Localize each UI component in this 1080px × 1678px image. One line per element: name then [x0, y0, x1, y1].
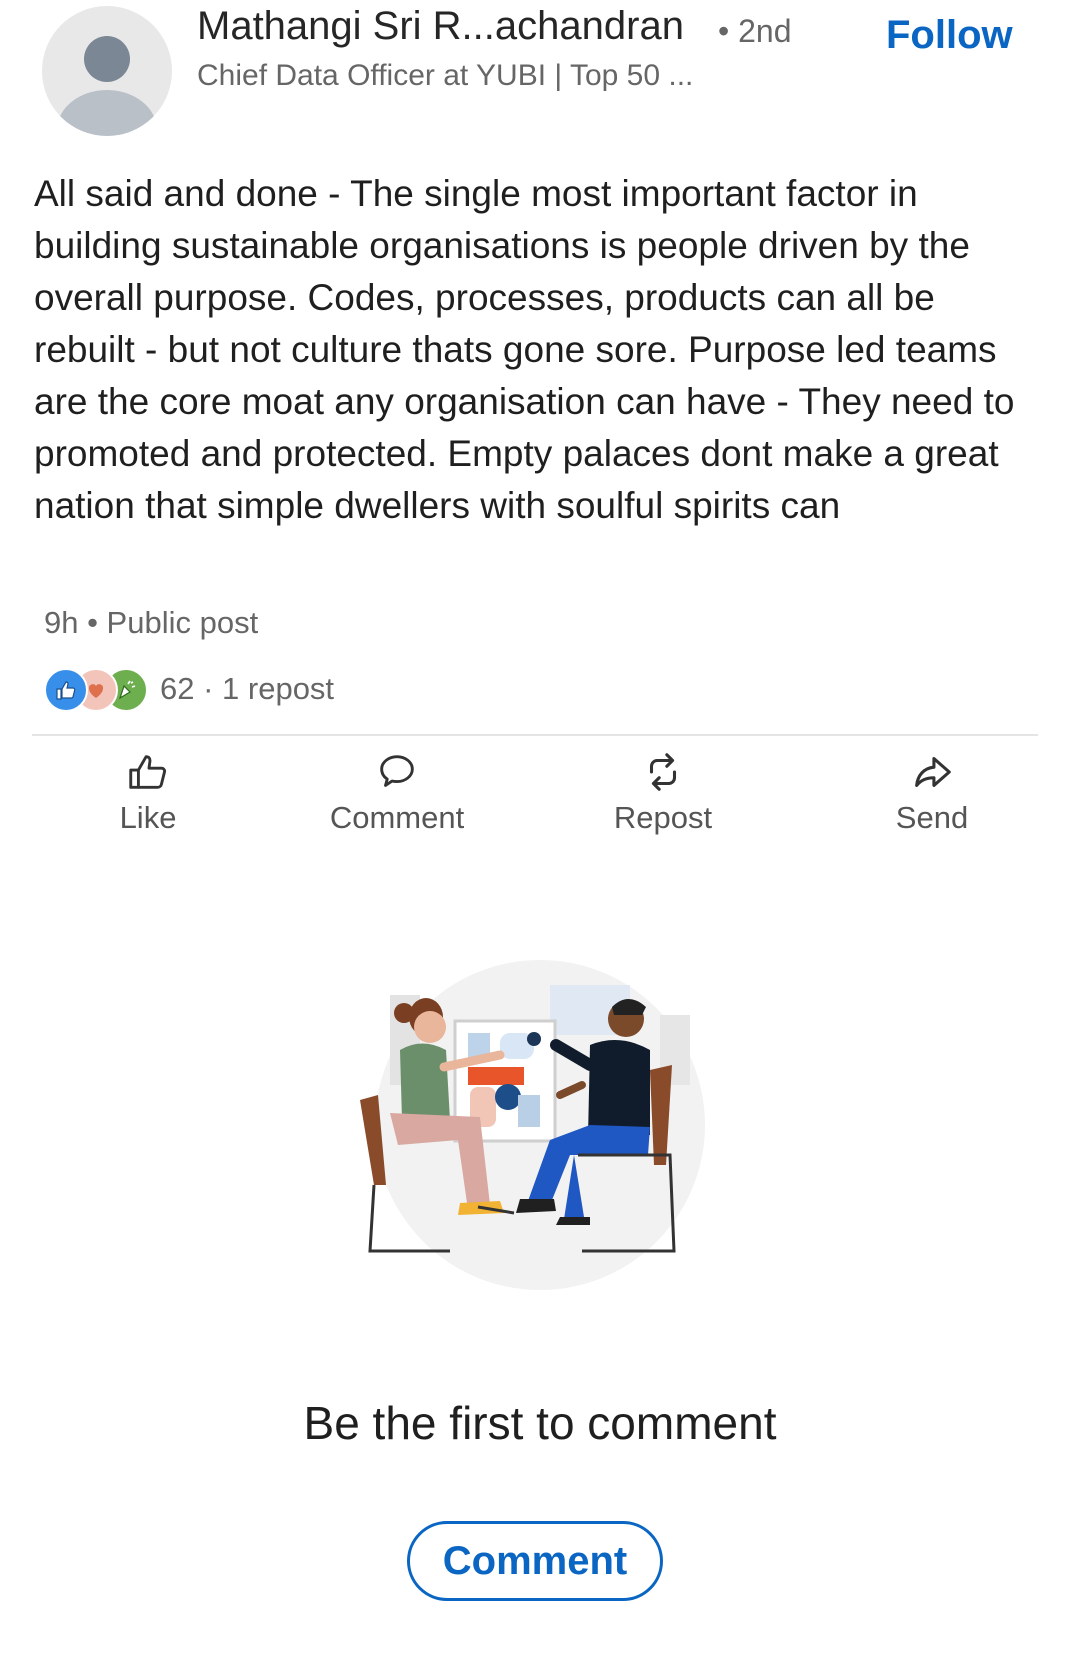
- like-button[interactable]: Like: [48, 748, 248, 836]
- post-text: All said and done - The single most impo…: [34, 173, 1015, 526]
- thumbs-up-icon: [48, 748, 248, 796]
- like-label: Like: [119, 800, 177, 835]
- send-button[interactable]: Send: [832, 748, 1032, 836]
- comment-button[interactable]: Comment: [407, 1521, 663, 1601]
- reactions-summary[interactable]: 62 · 1 repost: [44, 668, 334, 712]
- speech-bubble-icon: [297, 748, 497, 796]
- avatar-head-shape: [84, 36, 130, 82]
- avatar[interactable]: [42, 6, 172, 136]
- send-arrow-icon: [832, 748, 1032, 796]
- connection-degree: • 2nd: [718, 13, 792, 49]
- like-icon: [44, 668, 88, 712]
- repost-label: Repost: [613, 800, 713, 835]
- reaction-repost-count[interactable]: 62 · 1 repost: [160, 671, 334, 707]
- repost-button[interactable]: Repost: [563, 748, 763, 836]
- comment-label: Comment: [329, 800, 465, 835]
- author-name[interactable]: Mathangi Sri R...achandran: [197, 4, 684, 49]
- avatar-body-shape: [57, 90, 157, 136]
- comment-action-button[interactable]: Comment: [297, 748, 497, 836]
- author-headline[interactable]: Chief Data Officer at YUBI | Top 50 ...: [197, 59, 693, 93]
- post-meta: 9h • Public post: [44, 605, 259, 640]
- empty-state-message: Be the first to comment: [303, 1397, 777, 1449]
- conversation-illustration: [360, 960, 705, 1290]
- send-label: Send: [895, 800, 969, 835]
- follow-button[interactable]: Follow: [886, 13, 1013, 58]
- repost-icon: [563, 748, 763, 796]
- divider: [32, 734, 1038, 736]
- reaction-icons: [44, 668, 154, 712]
